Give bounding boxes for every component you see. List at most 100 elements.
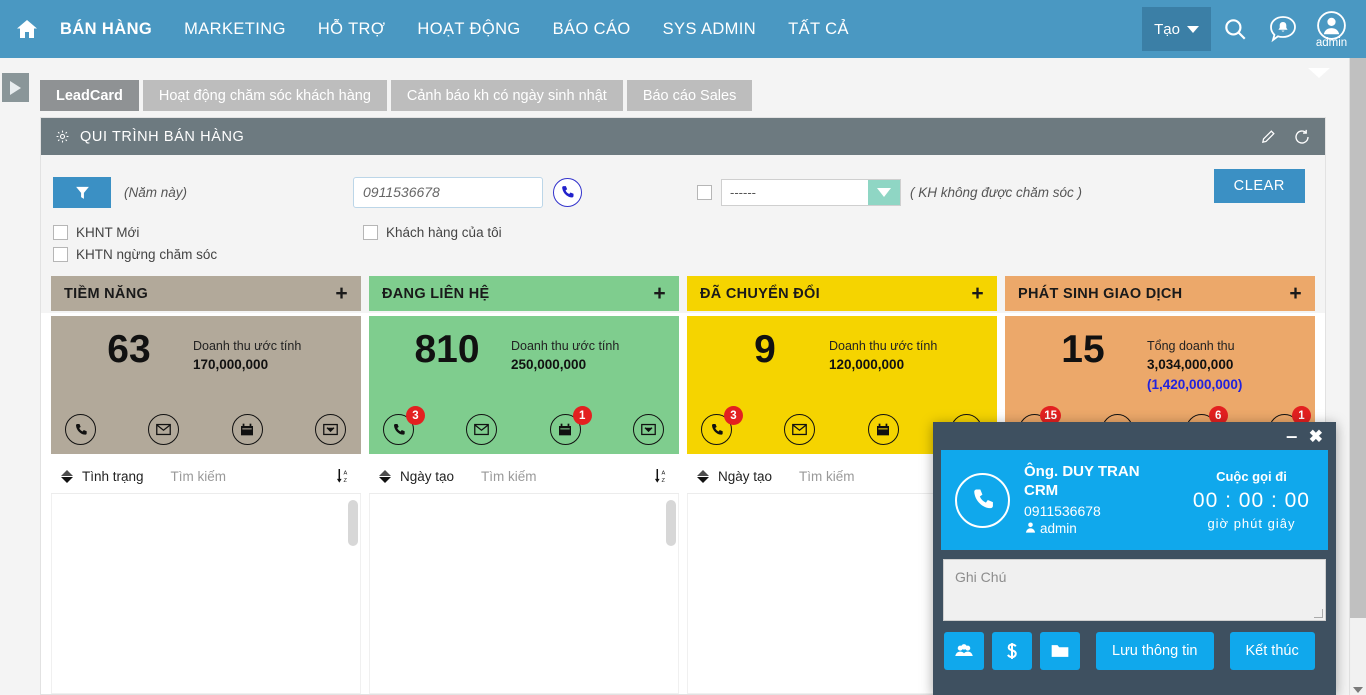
- calendar-icon[interactable]: [867, 414, 899, 445]
- top-navigation-bar: BÁN HÀNG MARKETING HỖ TRỢ HOẠT ĐỘNG BÁO …: [0, 0, 1366, 58]
- sort-toggle-icon[interactable]: [379, 470, 391, 483]
- dollar-icon[interactable]: [992, 632, 1032, 670]
- add-lead-button[interactable]: +: [1289, 283, 1302, 304]
- sort-az-icon[interactable]: AZ: [654, 468, 669, 485]
- phone-icon: [955, 472, 1010, 528]
- column-title: ĐANG LIÊN HỆ: [382, 285, 490, 302]
- collapse-caret-icon[interactable]: [1308, 68, 1330, 78]
- sort-field-label[interactable]: Ngày tạo: [718, 469, 772, 484]
- sort-toggle-icon[interactable]: [697, 470, 709, 483]
- sidebar-expand-toggle[interactable]: [2, 73, 29, 102]
- resize-grip-icon[interactable]: [1314, 609, 1323, 618]
- column-count: 810: [414, 328, 480, 371]
- kanban-column-dang-lien-he: ĐANG LIÊN HỆ + 810 Doanh thu ước tính 25…: [369, 276, 679, 694]
- checkbox-khtn-ngung-label[interactable]: KHTN ngừng chăm sóc: [76, 247, 217, 262]
- page-scrollbar-thumb[interactable]: [1350, 58, 1366, 618]
- email-icon[interactable]: [466, 414, 498, 445]
- sort-toggle-icon[interactable]: [61, 470, 73, 483]
- chevron-down-icon[interactable]: [868, 179, 901, 205]
- play-triangle-icon: [10, 80, 21, 95]
- calendar-icon[interactable]: [231, 414, 263, 445]
- search-icon[interactable]: [1211, 6, 1259, 52]
- nav-link-marketing[interactable]: MARKETING: [168, 20, 302, 39]
- column-list[interactable]: [369, 494, 679, 694]
- call-dial-button[interactable]: [553, 177, 583, 207]
- kanban-column-tiem-nang: TIỀM NĂNG + 63 Doanh thu ước tính 170,00…: [51, 276, 361, 694]
- inbox-icon[interactable]: [314, 414, 346, 445]
- care-status-select-value: ------: [730, 184, 756, 200]
- nav-link-hoat-dong[interactable]: HOẠT ĐỘNG: [401, 20, 536, 39]
- contacts-icon[interactable]: [944, 632, 984, 670]
- save-info-button[interactable]: Lưu thông tin: [1096, 632, 1214, 670]
- sort-az-icon[interactable]: AZ: [336, 468, 351, 485]
- column-list-scrollbar[interactable]: [348, 500, 358, 546]
- add-lead-button[interactable]: +: [335, 283, 348, 304]
- column-search-input[interactable]: Tìm kiếm: [799, 469, 855, 484]
- home-icon[interactable]: [10, 17, 44, 41]
- checkbox-khtn-ngung-cham-soc[interactable]: [53, 247, 68, 262]
- clear-button[interactable]: CLEAR: [1213, 169, 1305, 203]
- notification-chat-icon[interactable]: [1259, 6, 1307, 52]
- phone-icon[interactable]: [65, 414, 96, 445]
- avatar[interactable]: admin: [1307, 9, 1356, 49]
- filter-row-checkboxes: KHNT Mới KHTN ngừng chăm sóc Khách hàng …: [41, 223, 1325, 264]
- revenue-value: 120,000,000: [829, 357, 905, 373]
- panel-actions: [1260, 128, 1311, 146]
- column-search-input[interactable]: Tìm kiếm: [171, 469, 227, 484]
- column-list[interactable]: [51, 494, 361, 694]
- add-lead-button[interactable]: +: [653, 283, 666, 304]
- sort-field-label[interactable]: Ngày tạo: [400, 469, 454, 484]
- nav-right-actions: Tạo admin: [1142, 6, 1366, 52]
- create-button[interactable]: Tạo: [1142, 7, 1211, 51]
- email-icon-wrap: [466, 414, 498, 446]
- inbox-icon[interactable]: [632, 414, 664, 445]
- add-lead-button[interactable]: +: [971, 283, 984, 304]
- column-list-scrollbar[interactable]: [666, 500, 676, 546]
- nav-link-sys-admin[interactable]: SYS ADMIN: [647, 20, 772, 39]
- end-call-button[interactable]: Kết thúc: [1229, 632, 1315, 670]
- phone-badge: 3: [406, 406, 425, 425]
- column-sort-bar: Ngày tạo Tìm kiếm AZ: [369, 460, 679, 494]
- checkbox-khach-hang-cua-toi[interactable]: [363, 225, 378, 240]
- phone-icon-wrap: [65, 414, 97, 446]
- tab-bao-cao-sales[interactable]: Báo cáo Sales: [626, 80, 753, 111]
- calendar-icon-wrap: [867, 414, 900, 446]
- folder-icon[interactable]: [1040, 632, 1080, 670]
- close-icon[interactable]: ✖: [1309, 428, 1323, 445]
- filter-button[interactable]: [53, 176, 111, 208]
- care-status-select[interactable]: ------: [721, 178, 902, 206]
- nav-link-tat-ca[interactable]: TẤT CẢ: [772, 20, 865, 39]
- phone-search-input[interactable]: [353, 176, 544, 208]
- tab-leadcard[interactable]: LeadCard: [40, 80, 139, 111]
- tab-hoat-dong-cham-soc[interactable]: Hoạt động chăm sóc khách hàng: [142, 80, 387, 111]
- calendar-badge: 1: [572, 406, 592, 425]
- email-icon-wrap: [148, 414, 180, 446]
- column-count: 15: [1061, 328, 1105, 371]
- phone-search-group: [353, 176, 583, 208]
- minimize-icon[interactable]: ‒: [1287, 427, 1297, 445]
- svg-text:A: A: [344, 471, 348, 477]
- scroll-down-arrow-icon[interactable]: [1353, 687, 1363, 693]
- email-icon[interactable]: [148, 414, 180, 445]
- call-note-textarea[interactable]: Ghi Chú: [943, 559, 1326, 621]
- calendar-icon-wrap: 1: [549, 406, 592, 446]
- checkbox-khnt-moi[interactable]: [53, 225, 68, 240]
- email-icon[interactable]: [784, 414, 816, 445]
- main-nav-links: BÁN HÀNG MARKETING HỖ TRỢ HOẠT ĐỘNG BÁO …: [44, 20, 865, 39]
- pencil-icon[interactable]: [1260, 128, 1277, 145]
- revenue-label: Doanh thu ước tính: [829, 339, 938, 353]
- checkbox-khnt-moi-label[interactable]: KHNT Mới: [76, 225, 139, 240]
- column-search-input[interactable]: Tìm kiếm: [481, 469, 537, 484]
- nav-link-bao-cao[interactable]: BÁO CÁO: [537, 20, 647, 39]
- create-button-label: Tạo: [1154, 20, 1180, 38]
- page-scrollbar[interactable]: [1349, 58, 1366, 695]
- tab-canh-bao-sinh-nhat[interactable]: Cảnh báo kh có ngày sinh nhật: [390, 80, 623, 111]
- nav-link-ban-hang[interactable]: BÁN HÀNG: [44, 20, 168, 39]
- checkbox-khach-hang-cua-toi-label[interactable]: Khách hàng của tôi: [386, 225, 502, 240]
- care-status-checkbox[interactable]: [697, 184, 713, 200]
- sort-field-label[interactable]: Tình trạng: [82, 469, 144, 484]
- revenue-value: 170,000,000: [193, 357, 269, 373]
- nav-link-ho-tro[interactable]: HỖ TRỢ: [302, 20, 402, 39]
- call-timer: 00 : 00 : 00: [1192, 489, 1310, 512]
- refresh-icon[interactable]: [1293, 128, 1311, 146]
